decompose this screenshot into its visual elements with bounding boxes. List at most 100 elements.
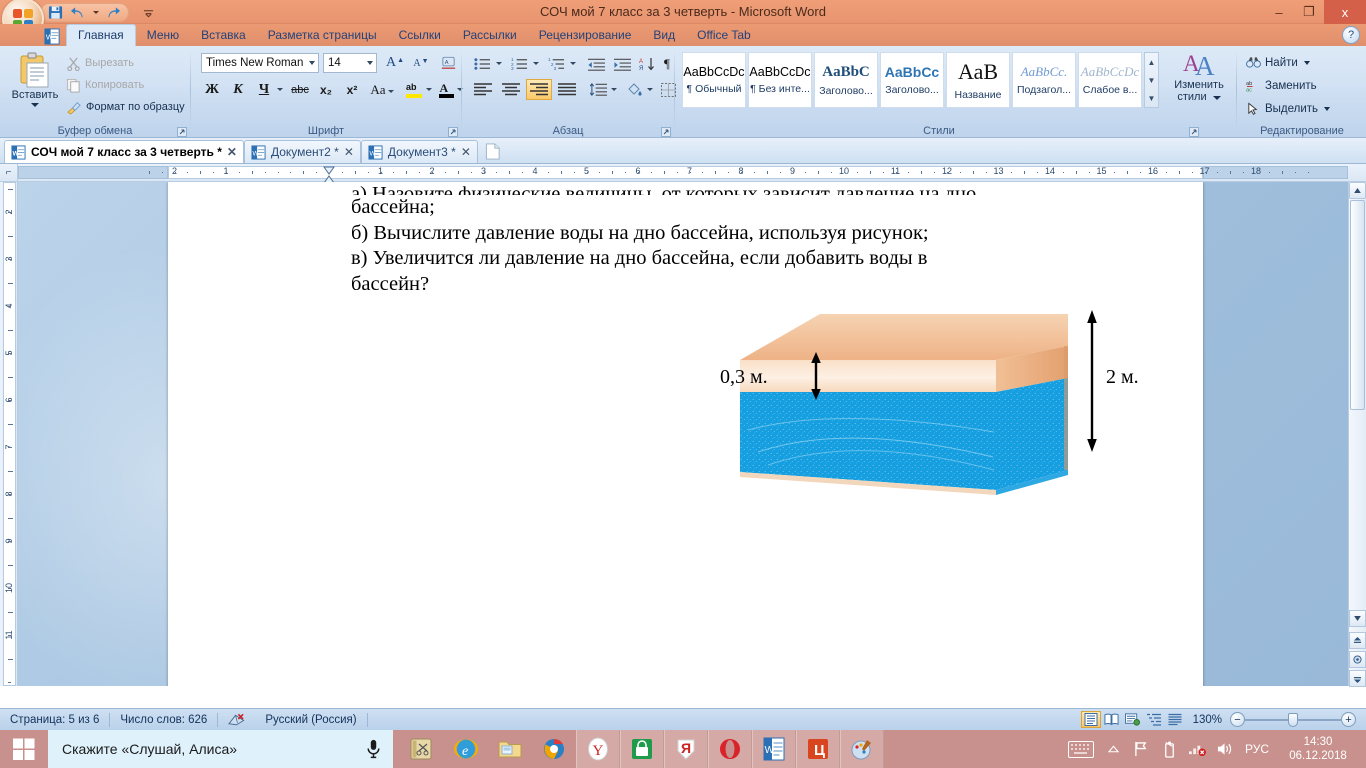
styles-gallery-scroll[interactable]: ▲ ▼ ▼ [1144, 52, 1159, 108]
multilevel-list-button[interactable]: 123 [544, 53, 568, 74]
zoom-level[interactable]: 130% [1193, 709, 1230, 731]
align-right-button[interactable] [526, 79, 552, 100]
font-color-button[interactable]: A [436, 79, 456, 100]
help-button[interactable]: ? [1342, 26, 1360, 44]
new-document-tab-button[interactable] [478, 140, 508, 163]
format-painter-button[interactable]: Формат по образцу [66, 98, 185, 116]
clock[interactable]: 14:30 06.12.2018 [1276, 730, 1360, 768]
clipboard-dialog-launcher[interactable] [177, 126, 187, 137]
action-center-flag-icon[interactable] [1128, 730, 1154, 768]
shrink-font-button[interactable]: A ▼ [409, 53, 433, 73]
redo-icon[interactable] [105, 5, 122, 21]
change-styles-button[interactable]: A A Изменить стили [1168, 50, 1230, 112]
doc-tab-close-icon[interactable]: ✕ [227, 145, 237, 159]
alice-search-box[interactable]: Скажите «Слушай, Алиса» [48, 730, 393, 768]
shading-dropdown-arrow[interactable] [645, 79, 655, 100]
save-icon[interactable] [47, 5, 64, 21]
line-spacing-button[interactable] [586, 79, 610, 100]
doc-tab-soch[interactable]: W СОЧ мой 7 класс за 3 четверть * ✕ [4, 140, 244, 163]
sort-button[interactable]: AЯ [636, 53, 658, 74]
find-dropdown-arrow[interactable] [1303, 60, 1310, 65]
strikethrough-button[interactable]: abc [289, 79, 311, 100]
network-icon[interactable] [1184, 730, 1210, 768]
styles-more-icon[interactable]: ▼ [1145, 89, 1158, 107]
tab-menyu[interactable]: Меню [136, 25, 190, 46]
vertical-ruler[interactable]: 234567891011 [0, 182, 18, 686]
find-button[interactable]: Найти [1246, 53, 1310, 72]
taskbar-yandex-browser-icon[interactable]: Y [576, 730, 620, 768]
doc-tab-dokument3[interactable]: W Документ3 * ✕ [360, 140, 478, 163]
bullets-dropdown-arrow[interactable] [494, 53, 504, 74]
show-hidden-icons-icon[interactable] [1100, 730, 1126, 768]
taskbar-word-icon[interactable]: W [752, 730, 796, 768]
ruler-right-margin[interactable] [1203, 166, 1348, 179]
doc-tab-dokument2[interactable]: W Документ2 * ✕ [243, 140, 361, 163]
tab-razmetka-stranitsy[interactable]: Разметка страницы [257, 25, 388, 46]
vertical-scroll-thumb[interactable] [1350, 200, 1365, 410]
touch-keyboard-icon[interactable] [1064, 730, 1098, 768]
ruler-left-margin[interactable] [18, 166, 168, 179]
font-size-combo[interactable]: 14 [323, 53, 377, 73]
undo-icon[interactable] [69, 5, 86, 21]
clear-formatting-button[interactable]: A [436, 53, 460, 73]
copy-button[interactable]: Копировать [66, 76, 144, 94]
view-outline-button[interactable] [1144, 711, 1164, 728]
taskbar-opera-icon[interactable] [708, 730, 752, 768]
borders-button[interactable] [658, 79, 678, 100]
taskbar-scissors-notes-icon[interactable] [400, 730, 444, 768]
document-body-text[interactable]: а) Назовите физические величины, от кото… [351, 182, 1071, 297]
highlight-dropdown-arrow[interactable] [424, 79, 434, 100]
proofing-status[interactable] [218, 709, 255, 731]
line-spacing-dropdown-arrow[interactable] [609, 79, 619, 100]
view-web-layout-button[interactable] [1123, 711, 1143, 728]
underline-button[interactable]: Ч [253, 79, 275, 100]
vertical-scrollbar[interactable] [1348, 182, 1366, 687]
language-indicator-tray[interactable]: РУС [1240, 730, 1274, 768]
styles-scroll-up-icon[interactable]: ▲ [1145, 53, 1158, 71]
taskbar-windows-store-icon[interactable] [620, 730, 664, 768]
font-dialog-launcher[interactable] [448, 126, 458, 137]
align-left-button[interactable] [470, 79, 496, 100]
style-zagolovok-1[interactable]: AaBbC Заголово... [814, 52, 878, 108]
microphone-icon[interactable] [366, 739, 381, 759]
tab-vid[interactable]: Вид [642, 25, 686, 46]
select-button[interactable]: Выделить [1246, 99, 1331, 118]
volume-icon[interactable] [1212, 730, 1238, 768]
taskbar-bandizip-icon[interactable]: Ц [796, 730, 840, 768]
justify-button[interactable] [554, 79, 580, 100]
taskbar-file-explorer-icon[interactable] [488, 730, 532, 768]
styles-scroll-down-icon[interactable]: ▼ [1145, 71, 1158, 89]
pool-figure[interactable]: 0,3 м. 2 м. [720, 302, 1139, 512]
change-case-button[interactable]: Aa [367, 79, 397, 100]
superscript-button[interactable]: x² [341, 79, 363, 100]
scroll-down-button[interactable] [1349, 610, 1366, 627]
paste-button[interactable]: Вставить [8, 52, 62, 114]
style-zagolovok-2[interactable]: AaBbCc Заголово... [880, 52, 944, 108]
underline-dropdown-arrow[interactable] [275, 79, 285, 100]
previous-page-button[interactable] [1349, 632, 1366, 649]
styles-dialog-launcher[interactable] [1189, 126, 1199, 137]
minimize-button[interactable]: – [1264, 0, 1294, 24]
subscript-button[interactable]: x₂ [315, 79, 337, 100]
taskbar-paint-icon[interactable] [840, 730, 884, 768]
replace-button[interactable]: ab ac Заменить [1246, 76, 1317, 95]
left-indent-marker[interactable] [323, 164, 335, 175]
undo-dropdown-arrow[interactable] [91, 5, 100, 21]
style-nazvanie[interactable]: АаВ Название [946, 52, 1010, 108]
style-bez-intervala[interactable]: AaBbCcDc ¶ Без инте... [748, 52, 812, 108]
tab-ssylki[interactable]: Ссылки [388, 25, 452, 46]
horizontal-ruler[interactable]: 2 1 1 2 3 4 5 6 7 8 9 10 11 12 13 14 15 16 17 18 [0, 164, 1366, 184]
first-line-indent-marker[interactable] [323, 173, 335, 184]
tab-rassylki[interactable]: Рассылки [452, 25, 528, 46]
zoom-out-button[interactable]: − [1230, 712, 1245, 727]
italic-button[interactable]: К [227, 79, 249, 100]
customize-qat-icon[interactable] [140, 5, 157, 21]
select-dropdown-arrow[interactable] [1324, 106, 1331, 111]
align-center-button[interactable] [498, 79, 524, 100]
tab-vstavka[interactable]: Вставка [190, 25, 257, 46]
multilevel-dropdown-arrow[interactable] [568, 53, 578, 74]
view-draft-button[interactable] [1165, 711, 1185, 728]
tab-glavnaya[interactable]: Главная [66, 24, 136, 46]
battery-icon[interactable] [1156, 730, 1182, 768]
view-full-screen-reading-button[interactable] [1102, 711, 1122, 728]
